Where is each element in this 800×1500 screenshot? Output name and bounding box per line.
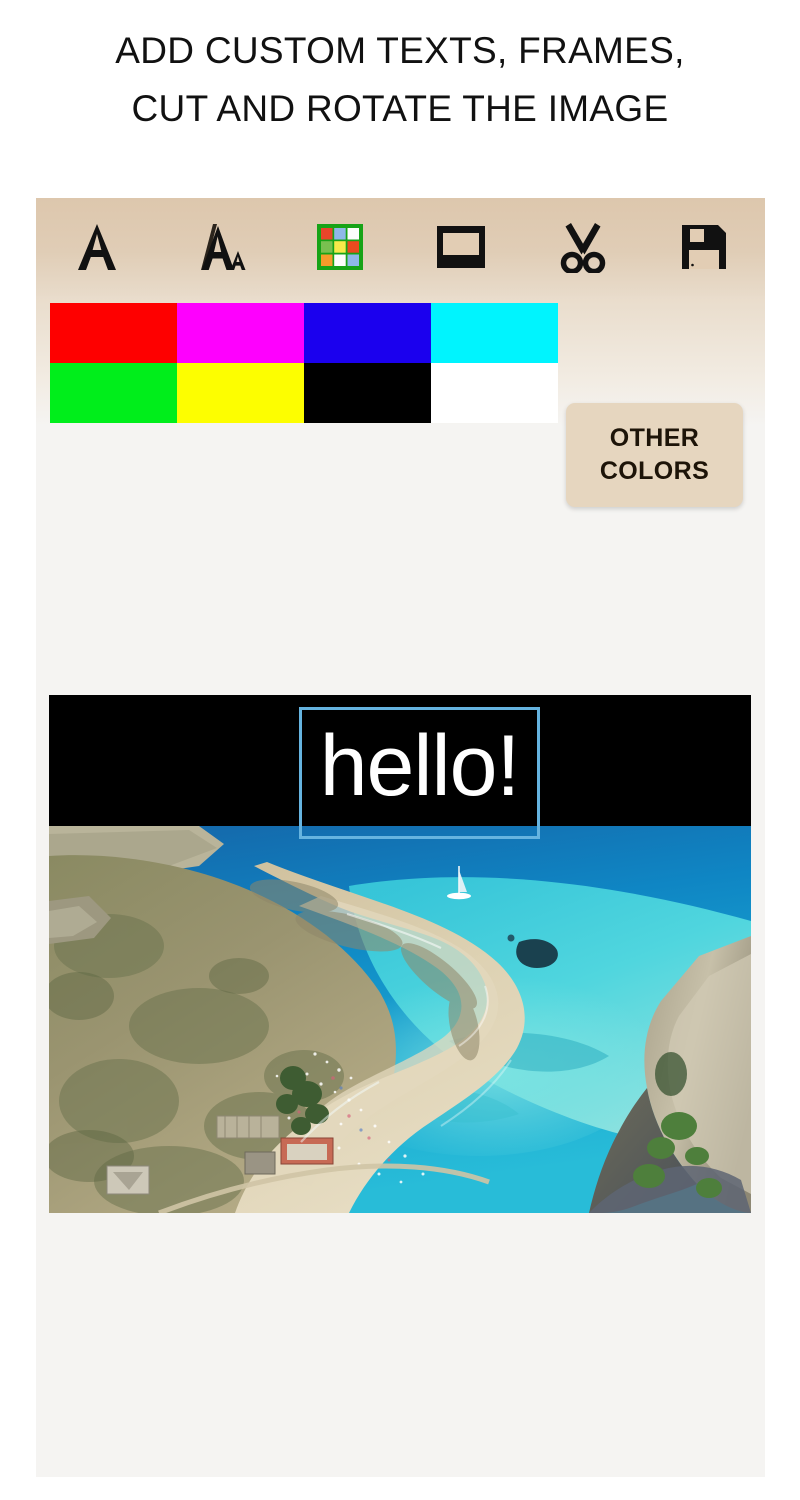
swatch-green[interactable] (50, 363, 177, 423)
color-grid-icon (316, 224, 363, 270)
frame-button[interactable] (401, 198, 523, 296)
text-style-button[interactable] (158, 198, 280, 296)
swatch-yellow[interactable] (177, 363, 304, 423)
palette-cells (320, 228, 359, 266)
swatch-white[interactable] (431, 363, 558, 423)
swatch-black[interactable] (304, 363, 431, 423)
crop-button[interactable] (522, 198, 644, 296)
font-style-icon (187, 221, 249, 273)
scissors-icon (559, 221, 607, 273)
other-colors-button[interactable]: OTHER COLORS (566, 403, 743, 507)
photo-artwork (49, 826, 751, 1213)
swatch-blue[interactable] (304, 303, 431, 363)
color-palette-button[interactable] (279, 198, 401, 296)
save-button[interactable] (644, 198, 766, 296)
swatch-cyan[interactable] (431, 303, 558, 363)
letter-a-icon (74, 221, 120, 273)
swatch-red[interactable] (50, 303, 177, 363)
color-swatch-grid (50, 303, 558, 423)
editor-toolbar (36, 198, 765, 296)
photo-preview (49, 826, 751, 1213)
app-canvas: OTHER COLORS hello! (36, 198, 765, 1477)
overlay-text: hello! (319, 718, 521, 814)
page-title: ADD CUSTOM TEXTS, FRAMES, CUT AND ROTATE… (115, 30, 685, 129)
image-editing-stage[interactable]: hello! (49, 695, 751, 1213)
add-text-button[interactable] (36, 198, 158, 296)
color-palette-panel: OTHER COLORS (36, 296, 765, 507)
swatch-magenta[interactable] (177, 303, 304, 363)
frame-icon (435, 224, 487, 270)
floppy-disk-icon (680, 223, 728, 271)
text-overlay-selection[interactable]: hello! (299, 707, 540, 839)
